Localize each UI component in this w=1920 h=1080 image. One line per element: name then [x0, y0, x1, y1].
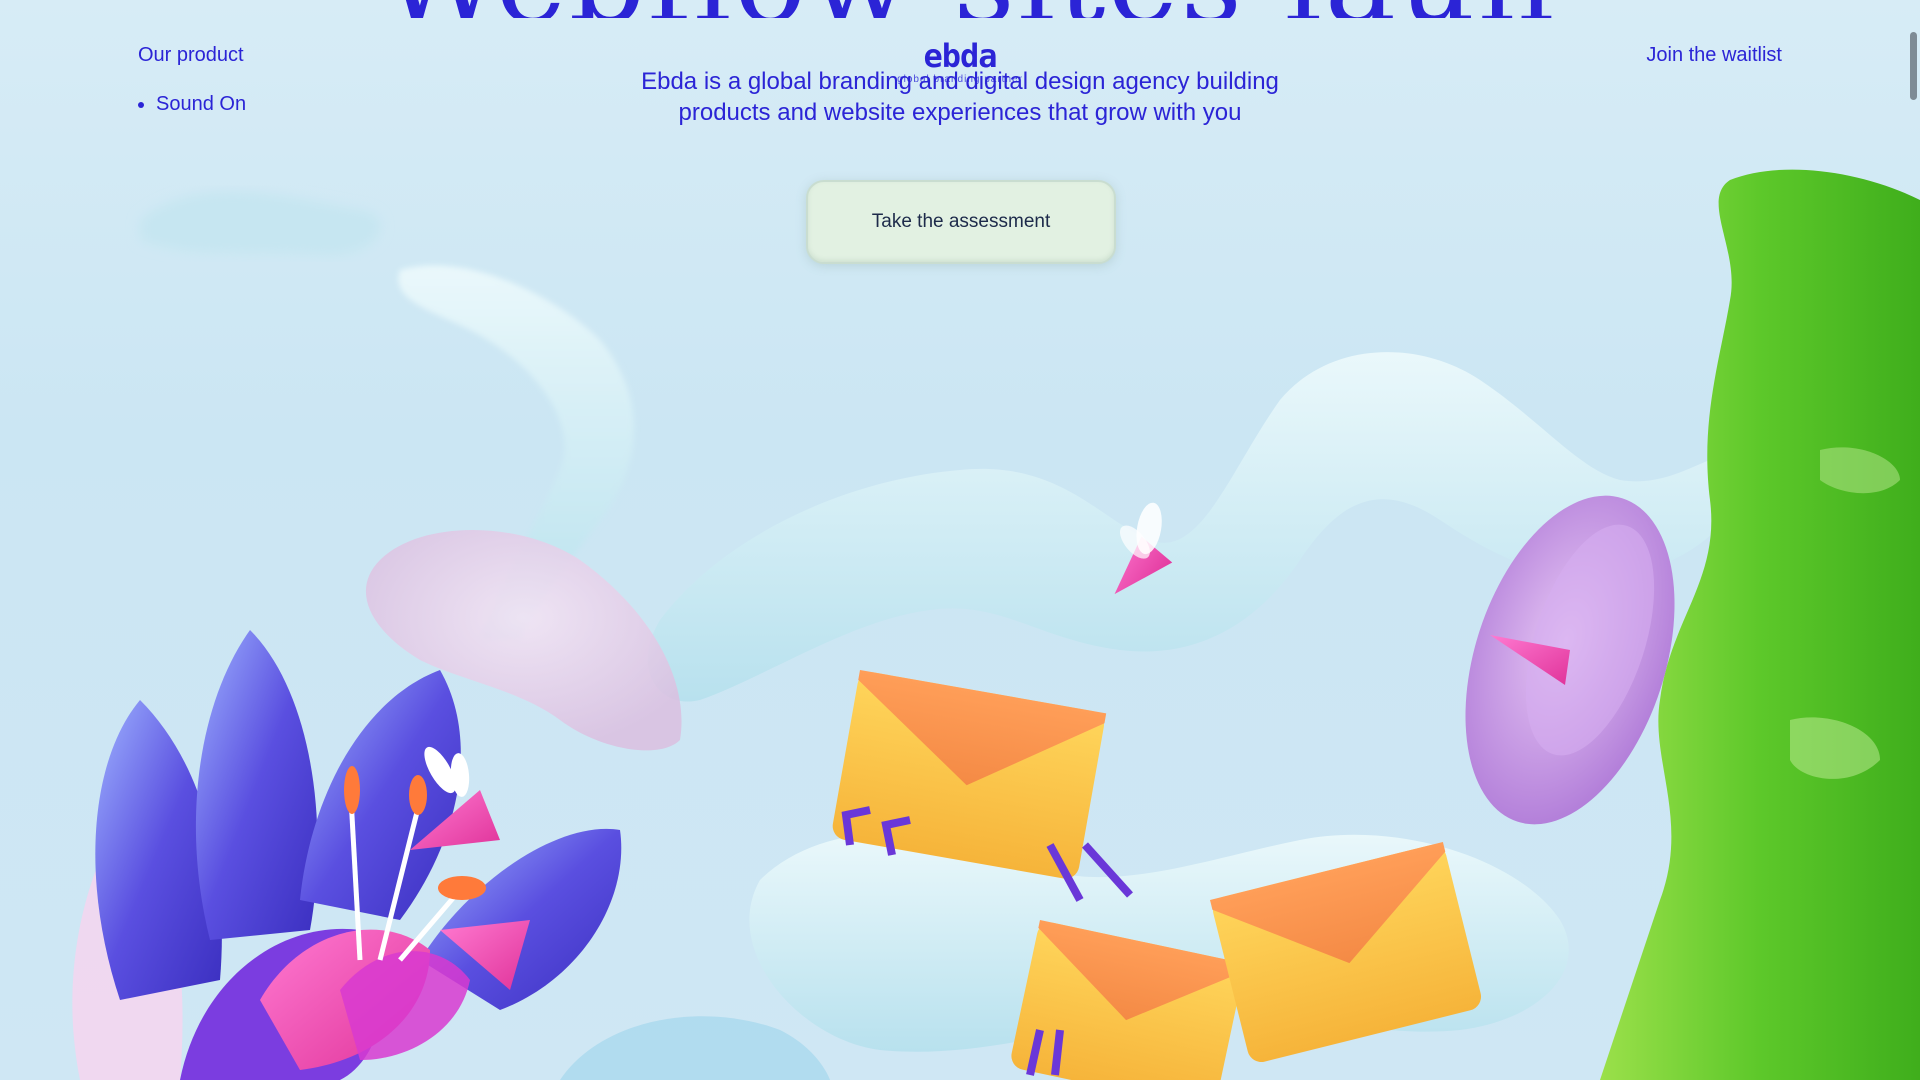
scrollbar-thumb[interactable]: [1910, 32, 1917, 100]
left-nav: Our product Sound On: [138, 44, 246, 116]
join-waitlist-link[interactable]: Join the waitlist: [1646, 44, 1782, 67]
hero-headline: Webflow sites launch: [380, 0, 1560, 18]
hero-illustration: [72, 169, 1920, 1080]
tagline: Ebda is a global branding and digital de…: [560, 66, 1360, 128]
scrollbar[interactable]: [1906, 0, 1920, 1080]
take-assessment-button[interactable]: Take the assessment: [806, 180, 1116, 264]
page: Webflow sites launch Our product Sound O…: [0, 0, 1920, 1080]
tagline-line-1: Ebda is a global branding and digital de…: [641, 68, 1279, 95]
our-product-link[interactable]: Our product: [138, 44, 246, 67]
tagline-line-2: products and website experiences that gr…: [678, 99, 1242, 126]
sound-toggle[interactable]: Sound On: [156, 93, 246, 116]
sound-list: Sound On: [138, 93, 246, 116]
